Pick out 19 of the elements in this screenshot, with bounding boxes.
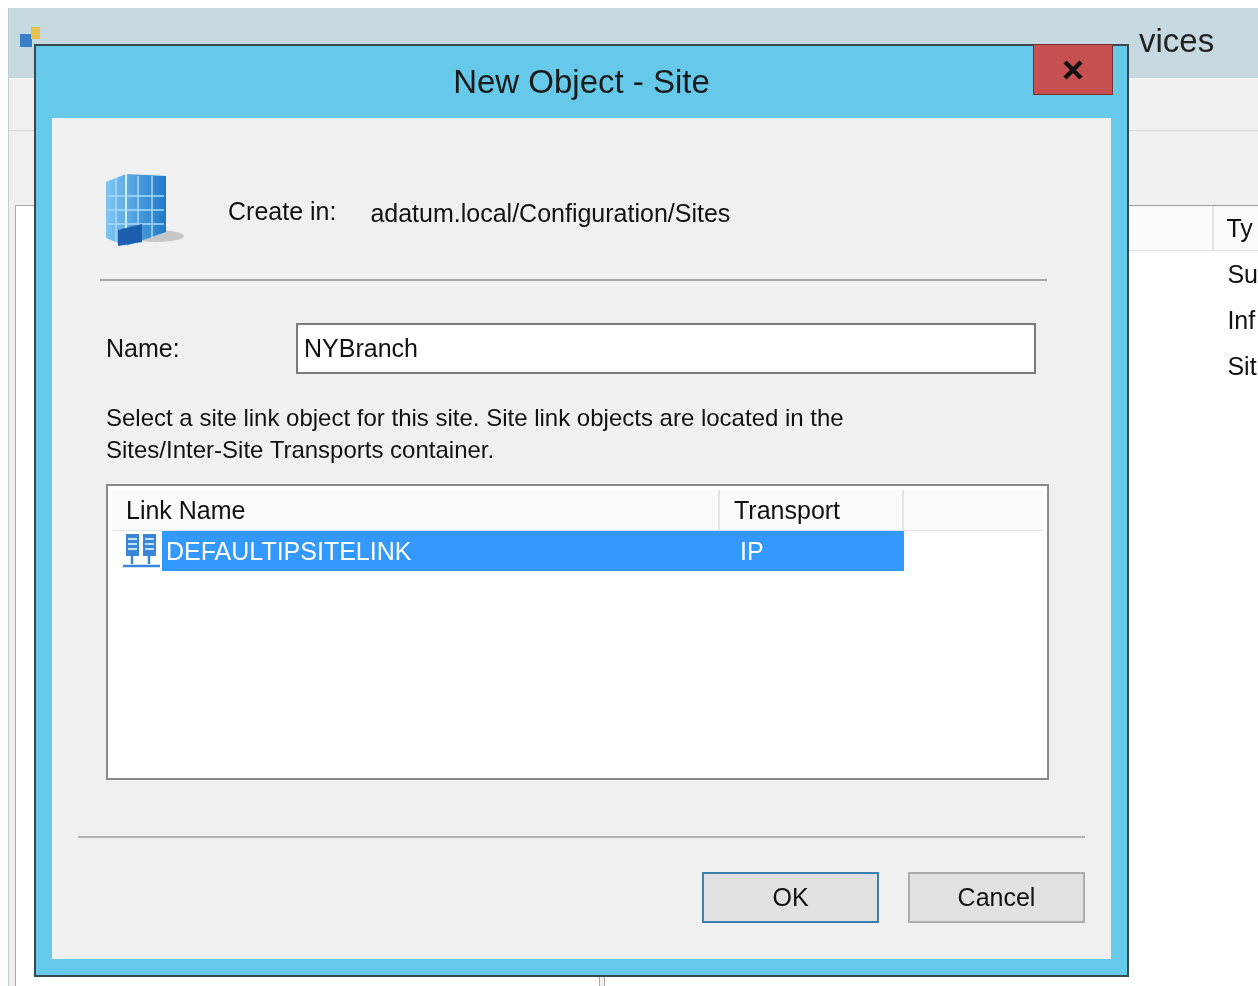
close-button[interactable] [1033, 44, 1113, 95]
table-cell-text: DEFAULTIPSITELINK [165, 536, 413, 566]
list-cell: Inf [1227, 305, 1256, 335]
ok-button[interactable]: OK [702, 872, 879, 923]
name-field[interactable]: NYBranch [296, 323, 1036, 374]
window-title: vices [1139, 22, 1215, 60]
app-icon [19, 26, 41, 48]
name-label: Name: [106, 334, 181, 363]
list-cell: Su [1227, 259, 1258, 289]
close-icon [1062, 59, 1084, 80]
list-cell: Sit [1227, 351, 1257, 381]
cancel-button[interactable]: Cancel [908, 872, 1085, 923]
column-header[interactable]: Ty [1214, 206, 1258, 250]
instruction-text: Select a site link object for this site. Site link objects are located in the Sites/Inter-Site Transports container. [106, 403, 845, 465]
create-in-path: adatum.local/Configuration/Sites [370, 198, 731, 228]
network-icon [122, 532, 162, 570]
create-in-label: Create in: [228, 196, 337, 226]
dialog-title: New Object - Site [453, 63, 710, 101]
table-cell-text: IP [739, 536, 764, 566]
